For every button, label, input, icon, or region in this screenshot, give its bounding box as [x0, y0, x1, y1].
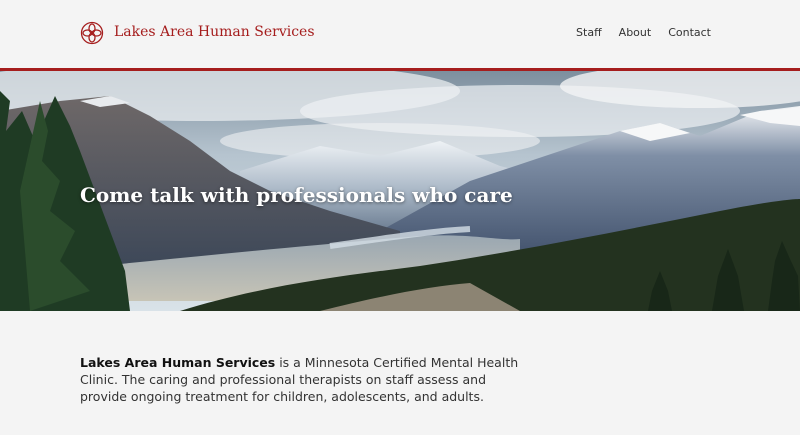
site-name[interactable]: Lakes Area Human Services [114, 24, 315, 40]
nav-contact[interactable]: Contact [668, 26, 711, 39]
hero-banner: Come talk with professionals who care [0, 71, 800, 311]
nav-about[interactable]: About [619, 26, 652, 39]
main-nav: Staff About Contact [576, 26, 711, 39]
intro-org-name: Lakes Area Human Services [80, 355, 276, 370]
flower-logo-icon[interactable] [80, 21, 104, 45]
site-header: Lakes Area Human Services Staff About Co… [0, 0, 800, 68]
hero-title: Come talk with professionals who care [80, 183, 513, 207]
nav-staff[interactable]: Staff [576, 26, 602, 39]
intro-paragraph: Lakes Area Human Services is a Minnesota… [80, 354, 520, 405]
